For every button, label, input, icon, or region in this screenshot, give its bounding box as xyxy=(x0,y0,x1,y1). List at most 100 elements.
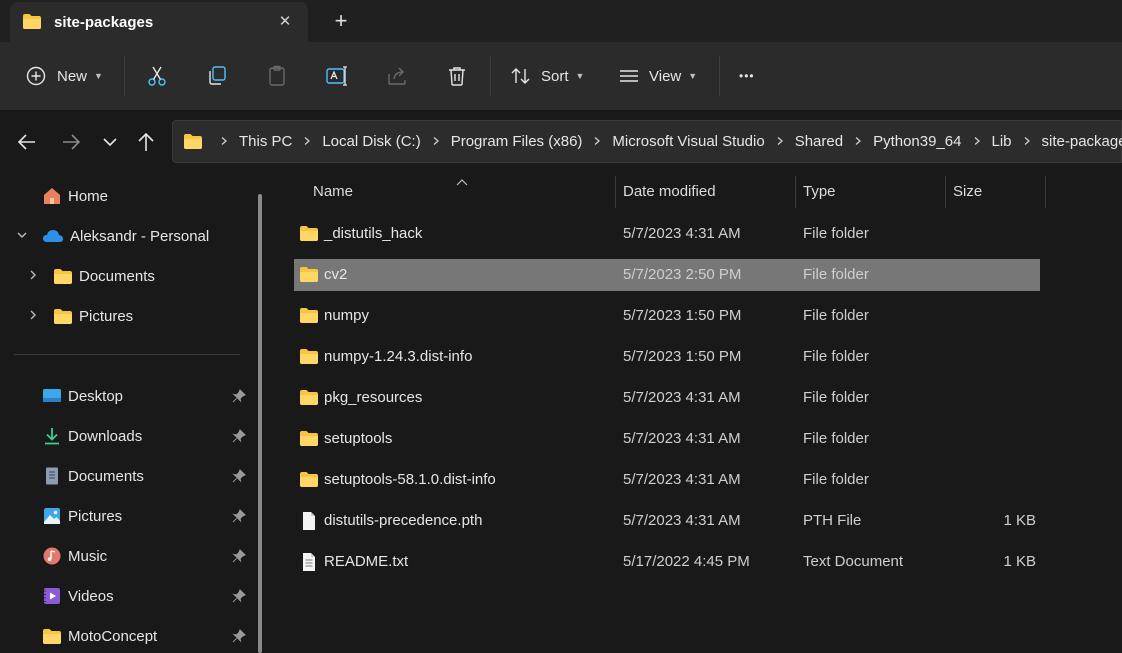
sidebar-item-documents[interactable]: Documents xyxy=(42,458,144,494)
column-header-date[interactable]: Date modified xyxy=(623,183,716,217)
sidebar-scrollbar[interactable] xyxy=(258,194,262,653)
file-list: Name Date modified Type Size _distutils_… xyxy=(274,174,1122,653)
command-bar: New ▼ Sort ▼ View ▼ ••• xyxy=(0,42,1122,110)
sidebar-item-pictures[interactable]: Pictures xyxy=(42,498,122,534)
document-icon xyxy=(46,467,58,485)
new-tab-button[interactable]: + xyxy=(330,10,352,32)
sidebar-item-onedrive-documents[interactable]: Documents xyxy=(53,258,155,294)
rename-icon[interactable] xyxy=(325,64,349,88)
tab-site-packages[interactable]: site-packages ✕ xyxy=(10,2,308,42)
file-icon xyxy=(299,511,319,535)
folder-icon xyxy=(54,268,72,284)
breadcrumb-item[interactable]: Local Disk (C:) xyxy=(322,133,420,150)
copy-icon[interactable] xyxy=(205,64,229,88)
sidebar-item-label: Pictures xyxy=(79,307,134,325)
file-row[interactable]: distutils-precedence.pth 5/7/2023 4:31 AM… xyxy=(294,505,1040,537)
pin-icon[interactable] xyxy=(232,429,246,443)
file-name: cv2 xyxy=(324,266,348,283)
delete-icon[interactable] xyxy=(445,64,469,88)
breadcrumb-item[interactable]: Lib xyxy=(992,133,1012,150)
breadcrumb-item[interactable]: site-packages xyxy=(1042,133,1122,150)
column-header-size[interactable]: Size xyxy=(953,183,982,217)
pin-icon[interactable] xyxy=(232,629,246,643)
file-type: File folder xyxy=(803,430,869,447)
file-row[interactable]: cv2 5/7/2023 2:50 PM File folder xyxy=(294,259,1040,291)
file-type: File folder xyxy=(803,471,869,488)
chevron-right-icon[interactable] xyxy=(431,135,441,149)
share-icon[interactable] xyxy=(385,64,409,88)
pin-icon[interactable] xyxy=(232,589,246,603)
file-type: File folder xyxy=(803,348,869,365)
column-divider[interactable] xyxy=(615,176,616,208)
pin-icon[interactable] xyxy=(232,549,246,563)
column-header-type[interactable]: Type xyxy=(803,183,836,217)
sidebar-item-motoconcept[interactable]: MotoConcept xyxy=(42,618,157,653)
chevron-right-icon[interactable] xyxy=(27,309,39,324)
column-divider[interactable] xyxy=(795,176,796,208)
folder-icon xyxy=(22,13,42,33)
download-icon xyxy=(45,428,59,445)
sidebar-item-videos[interactable]: Videos xyxy=(42,578,114,614)
breadcrumb-item[interactable]: Python39_64 xyxy=(873,133,961,150)
new-label: New xyxy=(57,67,88,85)
sort-button[interactable]: Sort ▼ xyxy=(510,62,584,90)
folder-icon xyxy=(183,133,203,150)
sidebar-item-home[interactable]: Home xyxy=(42,178,108,214)
sidebar-item-label: Downloads xyxy=(68,427,143,445)
chevron-right-icon[interactable] xyxy=(1022,135,1032,149)
sidebar-item-downloads[interactable]: Downloads xyxy=(42,418,142,454)
breadcrumb-item[interactable]: This PC xyxy=(239,133,292,150)
up-icon[interactable] xyxy=(134,130,158,154)
cloud-icon xyxy=(43,230,63,242)
folder-icon xyxy=(299,471,319,492)
chevron-right-icon[interactable] xyxy=(592,135,602,149)
paste-icon[interactable] xyxy=(265,64,289,88)
chevron-right-icon[interactable] xyxy=(219,135,229,149)
chevron-right-icon[interactable] xyxy=(27,269,39,284)
pin-icon[interactable] xyxy=(232,469,246,483)
close-tab-icon[interactable]: ✕ xyxy=(274,11,296,33)
navigation-pane: Home Aleksandr - Personal Documents Pict… xyxy=(0,174,272,653)
recent-locations-icon[interactable] xyxy=(98,130,122,154)
column-divider[interactable] xyxy=(1045,176,1046,208)
file-row[interactable]: README.txt 5/17/2022 4:45 PM Text Document… xyxy=(294,546,1040,578)
file-type: File folder xyxy=(803,389,869,406)
breadcrumb-item[interactable]: Shared xyxy=(795,133,843,150)
new-button[interactable]: New ▼ xyxy=(26,62,103,90)
column-header-name[interactable]: Name xyxy=(313,183,353,217)
file-row[interactable]: numpy-1.24.3.dist-info 5/7/2023 1:50 PM Fi… xyxy=(294,341,1040,373)
file-row[interactable]: _distutils_hack 5/7/2023 4:31 AM File fold… xyxy=(294,218,1040,250)
file-row[interactable]: numpy 5/7/2023 1:50 PM File folder xyxy=(294,300,1040,332)
forward-icon[interactable] xyxy=(59,130,83,154)
chevron-right-icon[interactable] xyxy=(972,135,982,149)
view-icon xyxy=(620,70,638,82)
file-row[interactable]: pkg_resources 5/7/2023 4:31 AM File folder xyxy=(294,382,1040,414)
chevron-right-icon[interactable] xyxy=(775,135,785,149)
file-row[interactable]: setuptools-58.1.0.dist-info 5/7/2023 4:31… xyxy=(294,464,1040,496)
view-button[interactable]: View ▼ xyxy=(618,62,697,90)
sidebar-divider xyxy=(14,354,240,355)
more-options-button[interactable]: ••• xyxy=(739,62,755,90)
folder-icon xyxy=(43,628,61,644)
file-row[interactable]: setuptools 5/7/2023 4:31 AM File folder xyxy=(294,423,1040,455)
chevron-right-icon[interactable] xyxy=(302,135,312,149)
breadcrumb-item[interactable]: Program Files (x86) xyxy=(451,133,583,150)
pin-icon[interactable] xyxy=(232,389,246,403)
column-divider[interactable] xyxy=(945,176,946,208)
chevron-right-icon[interactable] xyxy=(853,135,863,149)
back-icon[interactable] xyxy=(15,130,39,154)
sidebar-item-label: Music xyxy=(68,547,108,565)
sidebar-item-onedrive[interactable]: Aleksandr - Personal xyxy=(42,218,209,254)
chevron-down-icon: ▼ xyxy=(688,71,698,81)
chevron-down-icon[interactable] xyxy=(16,229,28,244)
pin-icon[interactable] xyxy=(232,509,246,523)
sidebar-item-music[interactable]: Music xyxy=(42,538,107,574)
file-name: _distutils_hack xyxy=(324,225,423,242)
sidebar-item-desktop[interactable]: Desktop xyxy=(42,378,123,414)
cut-icon[interactable] xyxy=(145,64,169,88)
address-bar[interactable]: This PC Local Disk (C:) Program Files (x86… xyxy=(172,120,1122,163)
view-label: View xyxy=(649,67,682,85)
breadcrumb-item[interactable]: Microsoft Visual Studio xyxy=(612,133,764,150)
sidebar-item-onedrive-pictures[interactable]: Pictures xyxy=(53,298,133,334)
add-icon xyxy=(26,66,46,86)
